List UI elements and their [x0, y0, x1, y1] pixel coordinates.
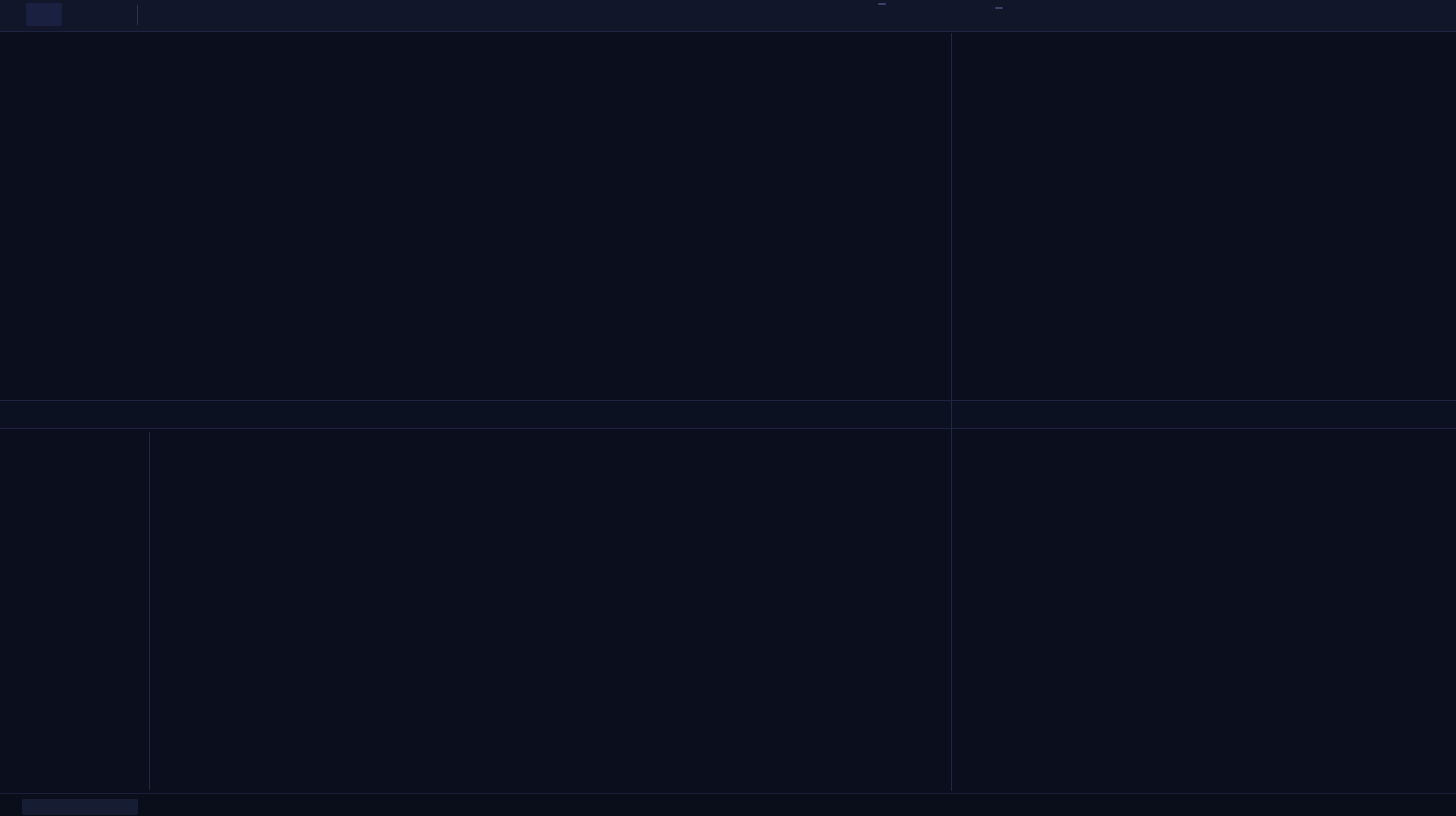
bottom-toolbar: [22, 799, 138, 815]
mini-multiples-chart[interactable]: [952, 0, 1456, 400]
status-strip: [0, 400, 1456, 429]
bottom-left-divider: [149, 432, 150, 790]
flow-charts[interactable]: [150, 430, 956, 793]
exilio-terminal: [0, 0, 1456, 816]
main-vertical-divider: [951, 33, 952, 791]
bottom-bar: [0, 793, 1456, 816]
main-candlestick-chart[interactable]: [0, 0, 952, 400]
